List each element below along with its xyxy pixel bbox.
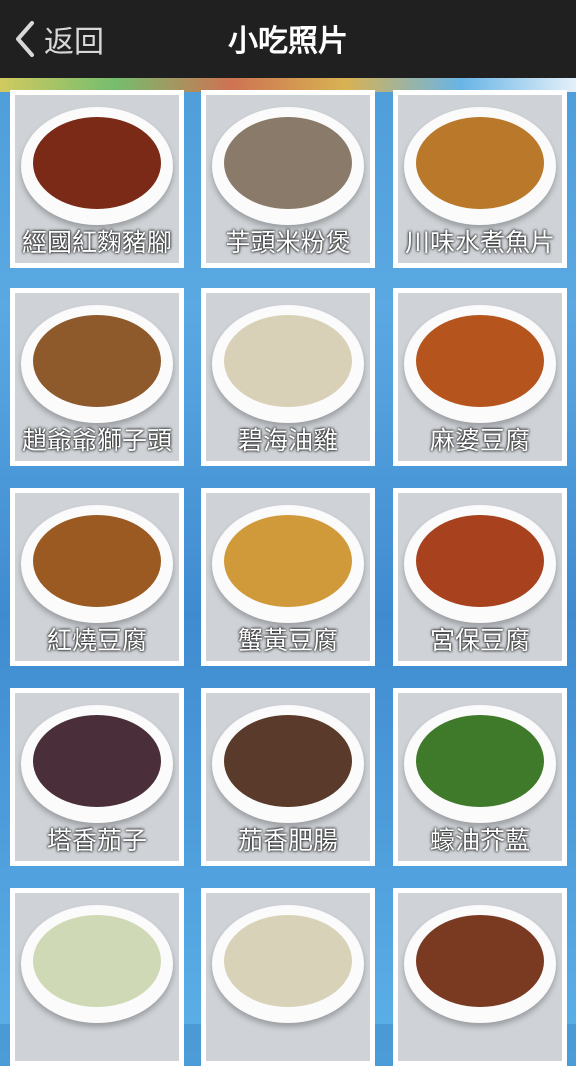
page-title: 小吃照片 — [228, 24, 348, 59]
dish-label: 蟹黃豆腐 — [237, 626, 338, 655]
dish-photo — [398, 893, 562, 1061]
photo-card[interactable]: 麻婆豆腐 — [393, 288, 567, 466]
dish-label: 茄香肥腸 — [237, 826, 338, 855]
photo-card[interactable]: 趙爺爺獅子頭 — [10, 288, 184, 466]
dish-photo: 趙爺爺獅子頭 — [15, 293, 179, 461]
dish-label: 塔香茄子 — [46, 826, 147, 855]
food — [224, 715, 352, 807]
photo-card[interactable]: 川味水煮魚片 — [393, 90, 567, 268]
food — [416, 515, 544, 607]
food — [224, 515, 352, 607]
food — [416, 915, 544, 1007]
food — [416, 315, 544, 407]
dish-label: 宮保豆腐 — [429, 626, 530, 655]
dish-photo — [15, 893, 179, 1061]
dish-photo: 塔香茄子 — [15, 693, 179, 861]
food — [416, 715, 544, 807]
dish-photo: 宮保豆腐 — [398, 493, 562, 661]
food — [224, 915, 352, 1007]
dish-photo: 麻婆豆腐 — [398, 293, 562, 461]
dish-label: 麻婆豆腐 — [429, 426, 530, 455]
food — [33, 515, 161, 607]
dish-photo: 芋頭米粉煲 — [206, 95, 370, 263]
photo-card[interactable]: 茄香肥腸 — [201, 688, 375, 866]
photo-card[interactable]: 紅燒豆腐 — [10, 488, 184, 666]
food — [33, 915, 161, 1007]
dish-photo: 紅燒豆腐 — [15, 493, 179, 661]
dish-label: 趙爺爺獅子頭 — [21, 426, 172, 455]
photo-card[interactable]: 塔香茄子 — [10, 688, 184, 866]
dish-label: 碧海油雞 — [237, 426, 338, 455]
photo-card[interactable]: 蠔油芥藍 — [393, 688, 567, 866]
dish-photo: 經國紅麴豬腳 — [15, 95, 179, 263]
photo-card[interactable]: 經國紅麴豬腳 — [10, 90, 184, 268]
dish-label: 經國紅麴豬腳 — [21, 228, 172, 257]
photo-card[interactable] — [201, 888, 375, 1066]
photo-card[interactable] — [393, 888, 567, 1066]
photo-card[interactable]: 碧海油雞 — [201, 288, 375, 466]
food — [33, 117, 161, 209]
dish-label: 芋頭米粉煲 — [225, 228, 351, 257]
food — [33, 715, 161, 807]
dish-label: 蠔油芥藍 — [429, 826, 530, 855]
dish-photo: 川味水煮魚片 — [398, 95, 562, 263]
photo-card[interactable] — [10, 888, 184, 1066]
navigation-bar: 返回 小吃照片 — [0, 0, 576, 78]
dish-photo: 蟹黃豆腐 — [206, 493, 370, 661]
dish-photo: 碧海油雞 — [206, 293, 370, 461]
dish-photo — [206, 893, 370, 1061]
photo-card[interactable]: 芋頭米粉煲 — [201, 90, 375, 268]
dish-label: 紅燒豆腐 — [46, 626, 147, 655]
photo-card[interactable]: 宮保豆腐 — [393, 488, 567, 666]
dish-label: 川味水煮魚片 — [404, 228, 555, 257]
food — [224, 315, 352, 407]
dish-photo: 蠔油芥藍 — [398, 693, 562, 861]
dish-photo: 茄香肥腸 — [206, 693, 370, 861]
food — [33, 315, 161, 407]
photo-card[interactable]: 蟹黃豆腐 — [201, 488, 375, 666]
food — [224, 117, 352, 209]
food — [416, 117, 544, 209]
